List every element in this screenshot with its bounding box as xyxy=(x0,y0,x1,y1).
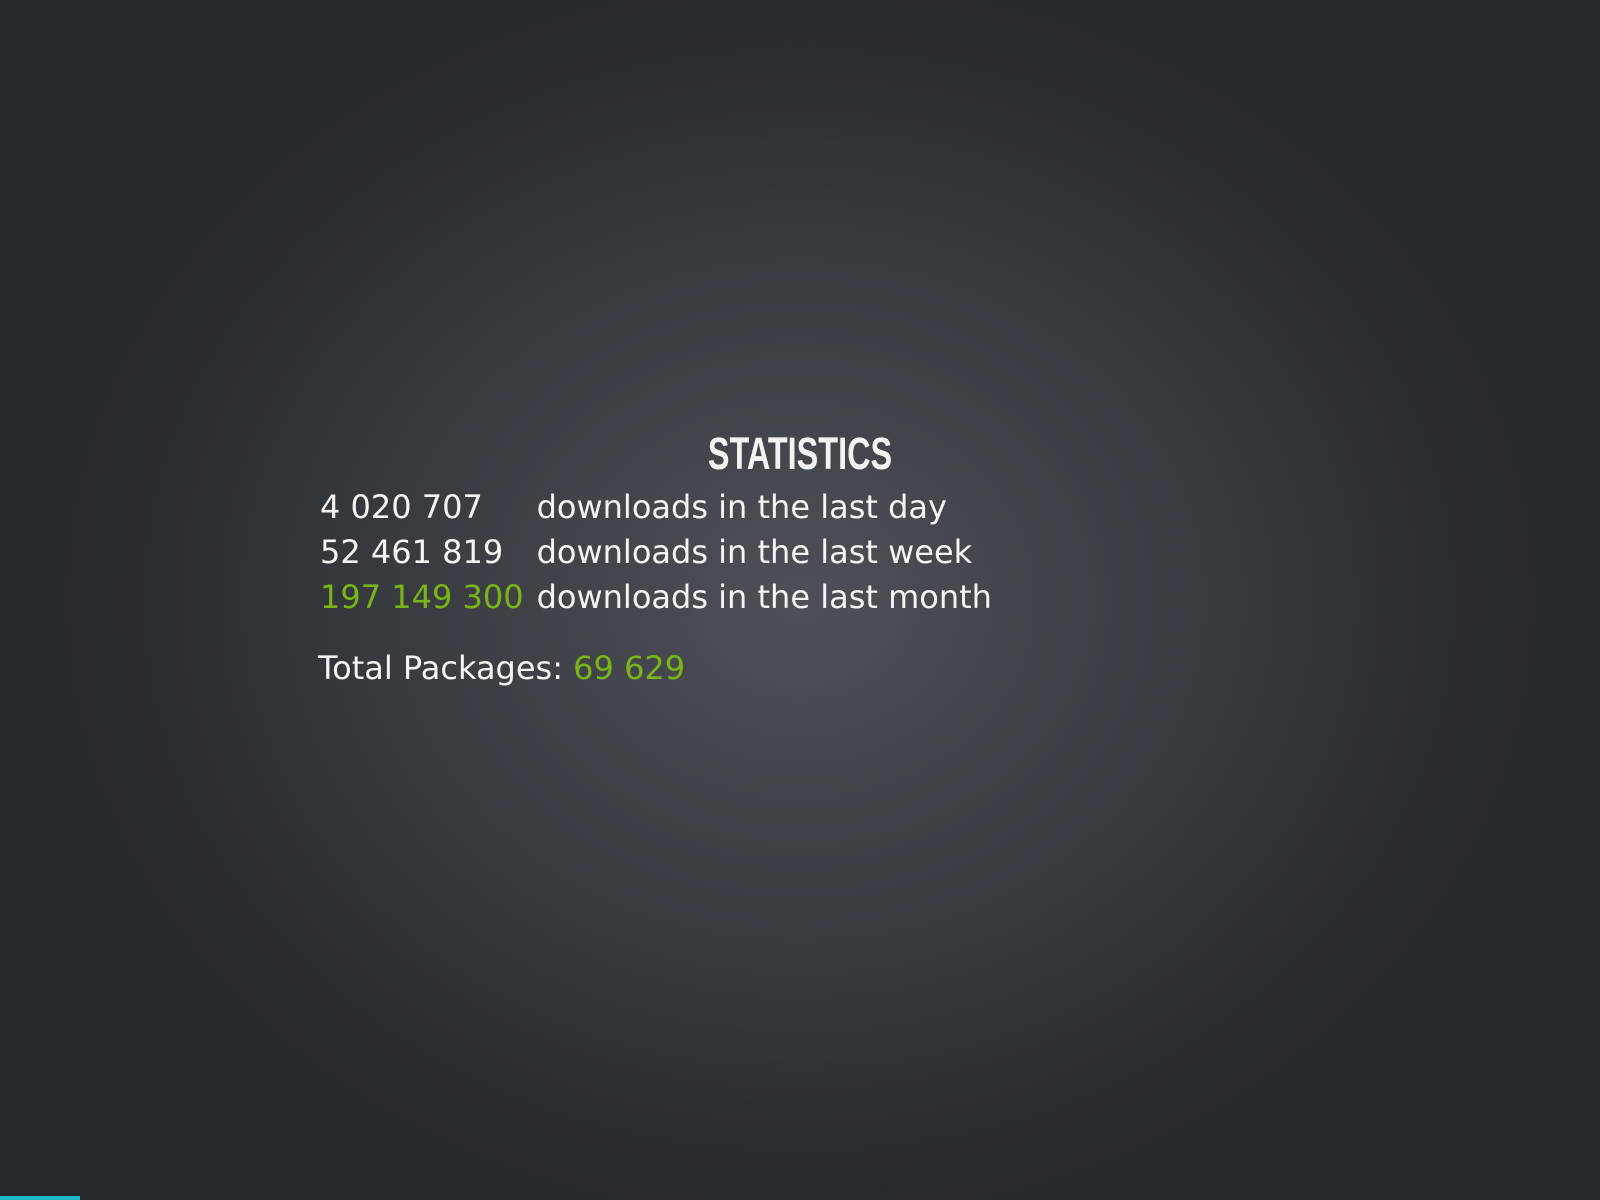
stats-row-month: 197 149 300 downloads in the last month xyxy=(320,575,992,620)
total-packages: Total Packages: 69 629 xyxy=(318,646,1280,690)
progress-bar-fill xyxy=(0,1196,80,1200)
total-packages-value: 69 629 xyxy=(573,649,686,687)
total-packages-label: Total Packages: xyxy=(318,649,563,687)
download-count-month: 197 149 300 xyxy=(320,578,524,616)
statistics-section: STATISTICS 4 020 707 downloads in the la… xyxy=(318,425,1280,690)
page-progress-bar xyxy=(0,1196,1600,1200)
stats-row-week: 52 461 819 downloads in the last week xyxy=(320,530,992,575)
download-count-day: 4 020 707 xyxy=(320,488,483,526)
download-count-week: 52 461 819 xyxy=(320,533,504,571)
download-stats-table: 4 020 707 downloads in the last day 52 4… xyxy=(320,485,992,620)
stats-row-day: 4 020 707 downloads in the last day xyxy=(320,485,992,530)
download-label-month: downloads in the last month xyxy=(536,578,992,616)
page-title: STATISTICS xyxy=(707,428,893,479)
download-label-day: downloads in the last day xyxy=(536,488,947,526)
download-label-week: downloads in the last week xyxy=(536,533,973,571)
